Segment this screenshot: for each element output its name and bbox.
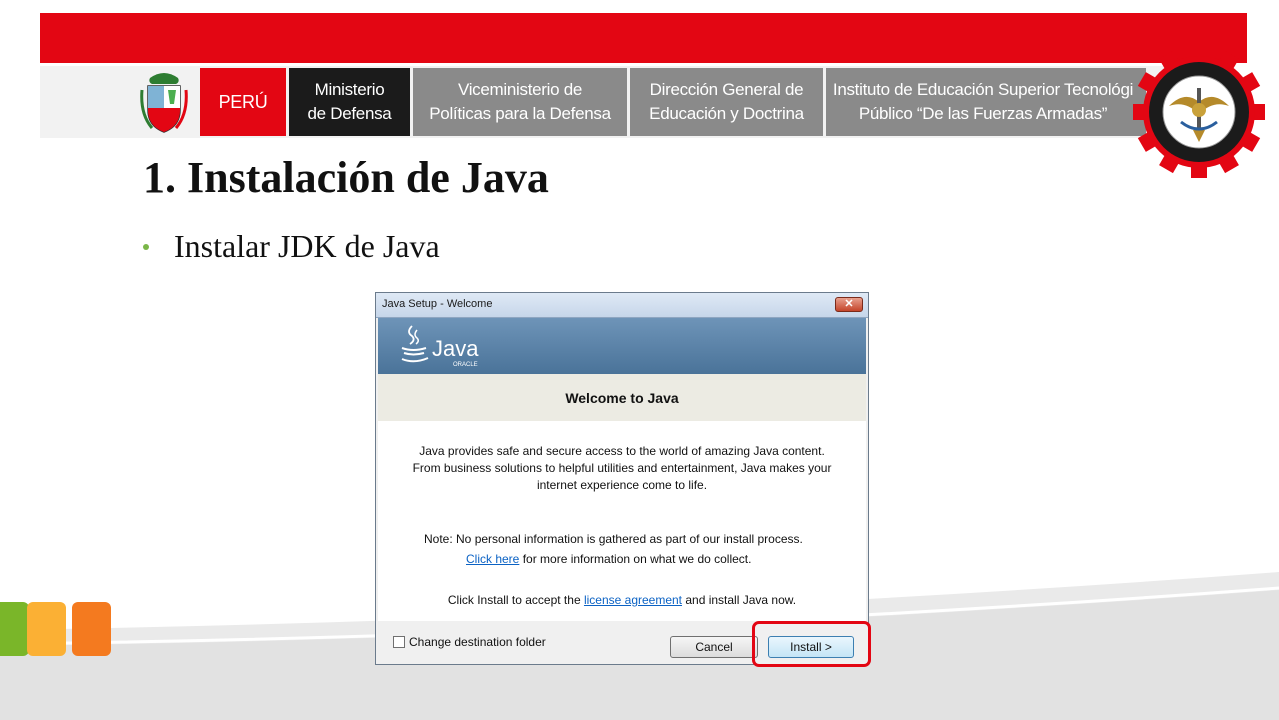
slide-title: 1. Instalación de Java xyxy=(143,153,549,202)
svg-text:Java: Java xyxy=(432,336,479,361)
bullet-dot-icon xyxy=(143,243,149,250)
bullet-item: Instalar JDK de Java xyxy=(143,228,440,265)
dialog-heading: Welcome to Java xyxy=(378,374,866,421)
header-direccion-block: Dirección General de Educación y Doctrin… xyxy=(630,68,823,136)
privacy-note-line2: Click here for more information on what … xyxy=(466,549,751,569)
accent-square-green xyxy=(0,602,29,656)
change-destination-checkbox[interactable] xyxy=(393,636,405,648)
click-here-link[interactable]: Click here xyxy=(466,552,519,566)
privacy-note-text: Note: No personal information is gathere… xyxy=(424,532,803,546)
install-button[interactable]: Install > xyxy=(768,636,854,658)
dialog-intro-text: Java provides safe and secure access to … xyxy=(412,444,832,492)
header-ministerio-block: Ministerio de Defensa xyxy=(289,68,410,136)
accent-square-orange xyxy=(72,602,111,656)
dialog-title: Java Setup - Welcome xyxy=(382,298,493,310)
change-destination-label[interactable]: Change destination folder xyxy=(409,635,546,649)
install-instruction-text: Click Install to accept the license agre… xyxy=(378,591,866,609)
dialog-banner: Java ORACLE xyxy=(378,318,866,374)
bullet-text: Instalar JDK de Java xyxy=(174,228,440,264)
privacy-note-suffix: for more information on what we do colle… xyxy=(519,552,752,566)
accent-square-yellow xyxy=(27,602,66,656)
peru-coat-of-arms-icon xyxy=(140,73,188,133)
close-icon[interactable]: ✕ xyxy=(835,297,863,312)
install-instruction-prefix: Click Install to accept the xyxy=(447,593,584,607)
java-setup-dialog: Java Setup - Welcome ✕ Java ORACLE Welco… xyxy=(375,292,869,665)
header-instituto-block: Instituto de Educación Superior Tecnológ… xyxy=(826,68,1146,136)
license-agreement-link[interactable]: license agreement xyxy=(584,593,682,607)
svg-text:ORACLE: ORACLE xyxy=(453,362,478,368)
dialog-body: Java provides safe and secure access to … xyxy=(378,421,866,621)
header-viceministerio-block: Viceministerio de Políticas para la Defe… xyxy=(413,68,627,136)
java-logo-icon: Java ORACLE xyxy=(401,325,479,368)
dialog-titlebar[interactable]: Java Setup - Welcome ✕ xyxy=(376,293,868,318)
install-instruction-suffix: and install Java now. xyxy=(682,593,797,607)
cancel-button[interactable]: Cancel xyxy=(670,636,758,658)
dialog-footer: Change destination folder Cancel Install… xyxy=(376,623,868,664)
institute-emblem-icon xyxy=(1133,46,1265,178)
header-red-bar xyxy=(40,13,1247,63)
header-peru-block: PERÚ xyxy=(200,68,286,136)
